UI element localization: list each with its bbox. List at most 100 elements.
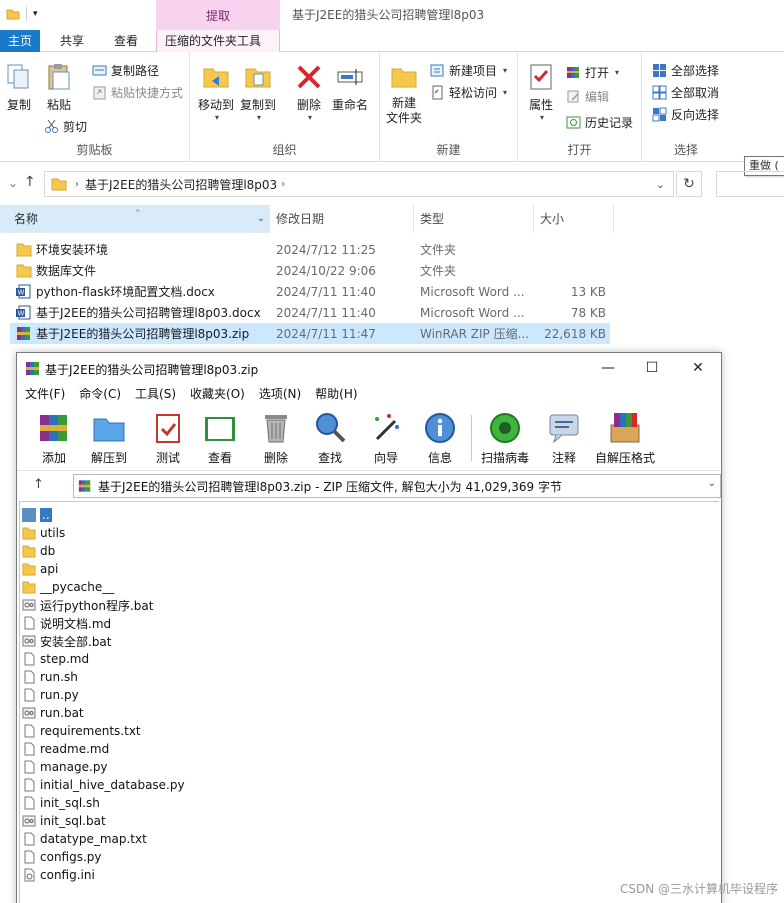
quick-access-toolbar: ▾ <box>6 7 38 21</box>
trash-icon <box>265 415 287 443</box>
open-button[interactable]: 打开 ▾ <box>566 64 619 81</box>
move-to-button[interactable]: 移动到 ▾ <box>198 62 234 122</box>
archive-list-item[interactable]: 安装全部.bat <box>22 632 112 650</box>
archive-list-item[interactable]: readme.md <box>22 740 109 758</box>
archive-list-item[interactable]: manage.py <box>22 758 108 776</box>
group-open: 属性 ▾ 打开 ▾ 编辑 历史记录 打开 <box>518 52 642 162</box>
select-none-button[interactable]: 全部取消 <box>652 84 719 101</box>
delete-archive-button[interactable]: 删除 <box>259 411 293 466</box>
config-file-icon <box>24 868 35 882</box>
menu-options[interactable]: 选项(N) <box>259 384 301 404</box>
archive-list-item[interactable]: config.ini <box>22 866 95 884</box>
menu-commands[interactable]: 命令(C) <box>79 384 121 404</box>
file-row[interactable]: W python-flask环境配置文档.docx 2024/7/11 11:4… <box>10 281 610 302</box>
extract-to-button[interactable]: 解压到 <box>91 411 127 466</box>
archive-list-item[interactable]: run.sh <box>22 668 78 686</box>
archive-item-name: initial_hive_database.py <box>40 778 185 792</box>
paste-shortcut-button[interactable]: 粘贴快捷方式 <box>92 84 183 101</box>
parent-directory-item[interactable]: .. <box>22 506 52 524</box>
menu-favorites[interactable]: 收藏夹(O) <box>190 384 245 404</box>
easy-access-icon <box>432 85 443 100</box>
archive-list-item[interactable]: utils <box>22 524 65 542</box>
archive-list-item[interactable]: requirements.txt <box>22 722 141 740</box>
path-dropdown-icon[interactable]: ⌄ <box>708 478 716 489</box>
file-row-selected[interactable]: 基于J2EE的猎头公司招聘管理l8p03.zip 2024/7/11 11:47… <box>10 323 610 344</box>
info-button[interactable]: 信息 <box>423 411 457 466</box>
cut-button[interactable]: 剪切 <box>44 118 87 135</box>
archive-list-item[interactable]: configs.py <box>22 848 102 866</box>
properties-button[interactable]: 属性 ▾ <box>526 62 556 122</box>
qat-dropdown-icon[interactable]: ▾ <box>33 9 38 19</box>
file-row[interactable]: 环境安装环境 2024/7/12 11:25 文件夹 <box>10 239 610 260</box>
minimize-button[interactable]: — <box>597 357 619 379</box>
archive-list-item[interactable]: datatype_map.txt <box>22 830 147 848</box>
column-type[interactable]: 类型 <box>414 205 534 233</box>
archive-list-item[interactable]: 运行python程序.bat <box>22 596 153 614</box>
file-icon <box>24 670 35 684</box>
archive-list-item[interactable]: run.bat <box>22 704 84 722</box>
tab-home[interactable]: 主页 <box>0 30 40 52</box>
group-label-clipboard: 剪贴板 <box>76 143 113 157</box>
tab-compressed-folder-tools[interactable]: 压缩的文件夹工具 <box>156 30 280 52</box>
archive-list-item[interactable]: run.py <box>22 686 79 704</box>
menu-help[interactable]: 帮助(H) <box>315 384 357 404</box>
new-folder-button[interactable]: 新建 文件夹 <box>386 62 422 126</box>
archive-path-field[interactable]: 基于J2EE的猎头公司招聘管理l8p03.zip - ZIP 压缩文件, 解包大… <box>73 474 721 498</box>
ribbon-tabs: 主页 共享 查看 压缩的文件夹工具 <box>0 30 784 52</box>
breadcrumb-chevron-icon[interactable]: › <box>75 179 79 190</box>
archive-list-item[interactable]: __pycache__ <box>22 578 114 596</box>
scan-virus-button[interactable]: 扫描病毒 <box>481 411 529 466</box>
file-row[interactable]: W 基于J2EE的猎头公司招聘管理l8p03.docx 2024/7/11 11… <box>10 302 610 323</box>
tab-share[interactable]: 共享 <box>52 30 92 52</box>
file-row[interactable]: 数据库文件 2024/10/22 9:06 文件夹 <box>10 260 610 281</box>
paste-button[interactable]: 粘贴 <box>44 62 74 113</box>
archive-list-item[interactable]: 说明文档.md <box>22 614 111 632</box>
up-arrow-icon[interactable]: ↑ <box>24 174 36 190</box>
column-dropdown-icon[interactable]: ⌄ <box>257 205 265 233</box>
archive-list-item[interactable]: db <box>22 542 55 560</box>
archive-item-name: requirements.txt <box>40 724 141 738</box>
search-input[interactable] <box>716 171 784 197</box>
invert-selection-button[interactable]: 反向选择 <box>652 106 719 123</box>
archive-list-item[interactable]: init_sql.sh <box>22 794 100 812</box>
up-arrow-icon[interactable]: ↑ <box>33 477 44 492</box>
wizard-button[interactable]: 向导 <box>369 411 403 466</box>
rename-button[interactable]: 重命名 <box>332 62 368 113</box>
address-bar[interactable]: › 基于J2EE的猎头公司招聘管理l8p03 › ⌄ <box>44 171 674 197</box>
new-item-button[interactable]: 新建项目 ▾ <box>430 62 507 79</box>
rename-icon <box>337 69 363 85</box>
find-button[interactable]: 查找 <box>313 411 347 466</box>
edit-button[interactable]: 编辑 <box>566 88 609 105</box>
menu-tools[interactable]: 工具(S) <box>135 384 176 404</box>
menu-file[interactable]: 文件(F) <box>25 384 65 404</box>
sfx-button[interactable]: 自解压格式 <box>595 411 655 466</box>
breadcrumb-chevron-icon[interactable]: › <box>281 179 285 190</box>
archive-list-item[interactable]: api <box>22 560 58 578</box>
address-dropdown-icon[interactable]: ⌄ <box>656 178 665 191</box>
comment-button[interactable]: 注释 <box>547 411 581 466</box>
tab-view[interactable]: 查看 <box>106 30 146 52</box>
archive-list-item[interactable]: initial_hive_database.py <box>22 776 185 794</box>
winrar-titlebar[interactable]: 基于J2EE的猎头公司招聘管理l8p03.zip — ☐ ✕ <box>17 353 721 383</box>
column-name[interactable]: ⌃ 名称 ⌄ <box>0 205 270 233</box>
delete-button[interactable]: 删除 ▾ <box>294 62 324 122</box>
view-button[interactable]: 查看 <box>203 411 237 466</box>
copy-to-button[interactable]: 复制到 ▾ <box>240 62 276 122</box>
archive-list-item[interactable]: init_sql.bat <box>22 812 106 830</box>
column-size[interactable]: 大小 <box>534 205 614 233</box>
archive-list-item[interactable]: step.md <box>22 650 89 668</box>
add-button[interactable]: 添加 <box>37 411 71 466</box>
maximize-button[interactable]: ☐ <box>641 357 663 379</box>
select-all-button[interactable]: 全部选择 <box>652 62 719 79</box>
breadcrumb[interactable]: 基于J2EE的猎头公司招聘管理l8p03 <box>85 176 277 193</box>
column-date[interactable]: 修改日期 <box>270 205 414 233</box>
easy-access-button[interactable]: 轻松访问 ▾ <box>430 84 507 101</box>
winrar-path-bar: ↑ 基于J2EE的猎头公司招聘管理l8p03.zip - ZIP 压缩文件, 解… <box>17 470 721 500</box>
recent-locations-icon[interactable]: ⌄ <box>8 176 18 190</box>
close-button[interactable]: ✕ <box>687 357 709 379</box>
copy-path-button[interactable]: 复制路径 <box>92 62 159 79</box>
refresh-button[interactable]: ↻ <box>676 171 702 197</box>
history-button[interactable]: 历史记录 <box>566 114 633 131</box>
test-button[interactable]: 测试 <box>151 411 185 466</box>
copy-button[interactable]: 复制 <box>4 62 34 113</box>
